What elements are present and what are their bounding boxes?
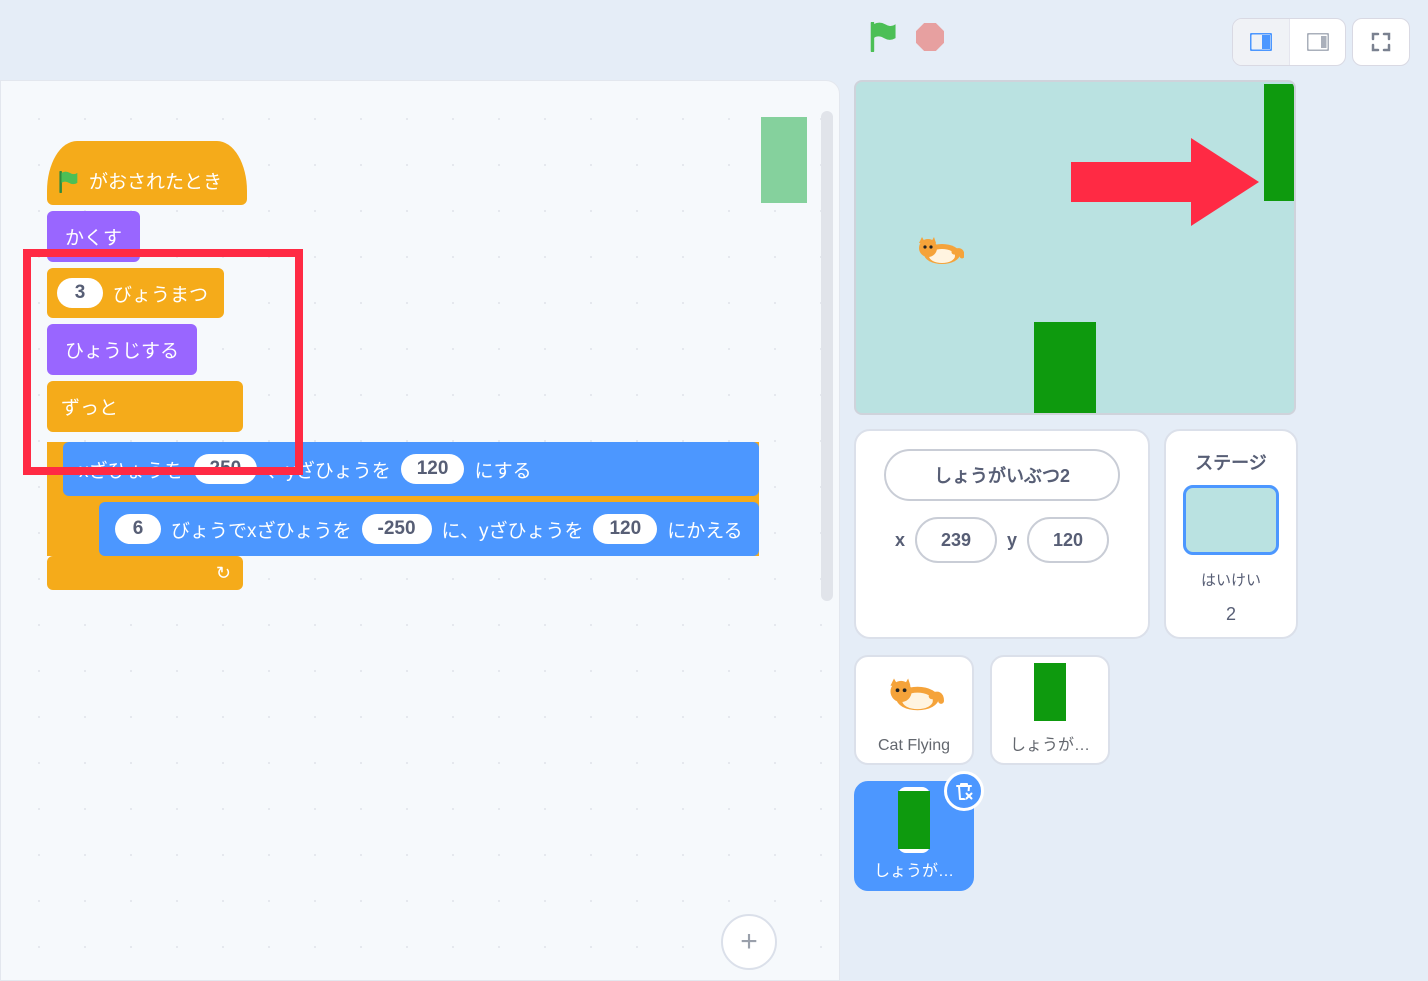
- y-label: y: [1007, 530, 1017, 551]
- sprite-tile-label: Cat Flying: [878, 737, 950, 755]
- backdrop-label: はいけい: [1182, 569, 1280, 590]
- block-label: びょうでxざひょうを: [171, 516, 352, 543]
- delete-sprite-button[interactable]: [944, 771, 984, 811]
- blocks-workspace[interactable]: がおされたとき かくす 3 びょうまつ ひょうじする ずっと x: [0, 80, 840, 981]
- x-label: x: [895, 530, 905, 551]
- control-forever-block[interactable]: ずっと: [47, 381, 243, 432]
- sprite-x-input[interactable]: 239: [915, 517, 997, 563]
- annotation-arrow-icon: [1071, 134, 1261, 230]
- workspace-scrollbar[interactable]: [821, 111, 833, 601]
- small-stage-button[interactable]: [1233, 19, 1289, 65]
- looks-show-block[interactable]: ひょうじする: [47, 324, 197, 375]
- goto-x-input[interactable]: 250: [194, 454, 258, 484]
- stage-cat-sprite[interactable]: [914, 234, 964, 275]
- sprite-tile-label: しょうが…: [874, 857, 954, 881]
- stage-info-panel: ステージ はいけい 2: [1164, 429, 1298, 639]
- stage-obstacle-2: [1264, 84, 1294, 201]
- motion-goto-xy-block[interactable]: xざひょうを 250 、yざひょうを 120 にする: [63, 442, 759, 496]
- stage-obstacle-1: [1034, 322, 1096, 415]
- sprite-name-input[interactable]: しょうがいぶつ2: [884, 449, 1120, 501]
- block-label: かくす: [65, 223, 122, 250]
- block-label: ひょうじする: [65, 336, 179, 363]
- loop-arrow-icon: ↻: [216, 563, 231, 584]
- wait-seconds-input[interactable]: 3: [57, 278, 103, 308]
- motion-glide-to-xy-block[interactable]: 6 びょうでxざひょうを -250 に、yざひょうを 120 にかえる: [99, 502, 759, 556]
- zoom-in-button[interactable]: +: [721, 914, 777, 970]
- stage-backdrop-tile[interactable]: [1183, 485, 1279, 555]
- green-flag-icon[interactable]: [870, 22, 898, 52]
- sprite-y-input[interactable]: 120: [1027, 517, 1109, 563]
- sprite-preview-thumb: [761, 117, 807, 203]
- sprite-info-panel: しょうがいぶつ2 x 239 y 120: [854, 429, 1150, 639]
- sprite-list: Cat Flying しょうが… しょうが…: [854, 655, 1150, 891]
- sprite-tile-cat-flying[interactable]: Cat Flying: [854, 655, 974, 765]
- glide-secs-input[interactable]: 6: [115, 514, 161, 544]
- block-label: xざひょうを: [79, 456, 184, 483]
- sprite-tile-label: しょうが…: [1010, 731, 1090, 755]
- trash-icon: [955, 781, 973, 801]
- block-label: に、yざひょうを: [442, 516, 584, 543]
- fullscreen-button[interactable]: [1353, 19, 1409, 65]
- top-bar: [0, 0, 1428, 80]
- glide-y-input[interactable]: 120: [593, 514, 657, 544]
- stage-preview[interactable]: [854, 80, 1296, 415]
- sprite-tile-obstacle2[interactable]: しょうが…: [854, 781, 974, 891]
- block-label: 、yざひょうを: [267, 456, 391, 483]
- forever-loop-end: ↻: [47, 556, 243, 590]
- stage-size-controls: [1232, 18, 1410, 66]
- block-label: にかえる: [667, 516, 742, 543]
- goto-y-input[interactable]: 120: [401, 454, 465, 484]
- glide-x-input[interactable]: -250: [362, 514, 432, 544]
- block-label: ずっと: [61, 398, 118, 419]
- block-label: びょうまつ: [113, 280, 208, 307]
- sprite-tile-obstacle1[interactable]: しょうが…: [990, 655, 1110, 765]
- cat-icon: [884, 675, 944, 715]
- green-flag-icon: [59, 171, 79, 193]
- stop-icon[interactable]: [916, 23, 944, 51]
- block-label: がおされたとき: [89, 167, 222, 194]
- backdrop-count: 2: [1182, 604, 1280, 625]
- stage-title: ステージ: [1182, 449, 1280, 475]
- control-wait-block[interactable]: 3 びょうまつ: [47, 268, 224, 318]
- block-stack[interactable]: がおされたとき かくす 3 びょうまつ ひょうじする ずっと x: [47, 141, 759, 590]
- event-when-flag-clicked-block[interactable]: がおされたとき: [47, 141, 247, 205]
- block-label: にする: [474, 456, 531, 483]
- large-stage-button[interactable]: [1289, 19, 1345, 65]
- looks-hide-block[interactable]: かくす: [47, 211, 140, 262]
